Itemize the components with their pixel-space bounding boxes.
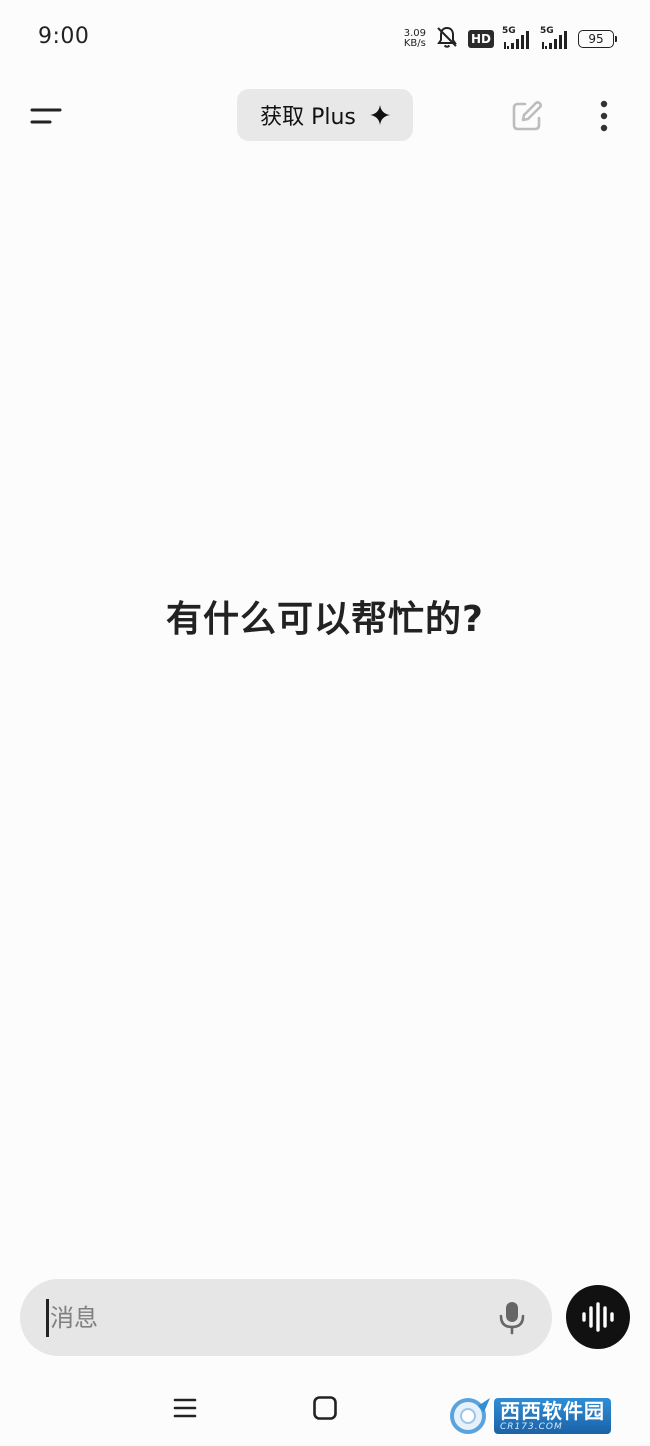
status-time: 9:00 <box>38 24 90 49</box>
recents-icon <box>173 1398 197 1418</box>
mute-bell-icon <box>434 25 460 53</box>
network-speed-unit: KB/s <box>403 38 426 49</box>
menu-icon <box>30 108 62 124</box>
more-options-button[interactable] <box>588 96 620 136</box>
status-icons: 3.09 KB/s HD 5G 5G 95 <box>404 25 617 53</box>
signal-2-icon: 5G <box>540 26 570 50</box>
hd-badge: HD <box>467 30 494 48</box>
microphone-icon <box>499 1302 525 1335</box>
status-bar: 9:00 3.09 KB/s HD 5G 5G 95 <box>0 0 650 76</box>
sparkle-icon <box>369 105 390 125</box>
nav-home-button[interactable] <box>308 1392 342 1424</box>
text-cursor <box>46 1299 49 1337</box>
more-vertical-icon <box>600 100 608 132</box>
watermark-text: 西西软件园 CR173.COM <box>494 1398 611 1434</box>
welcome-prompt: 有什么可以帮忙的? <box>166 599 484 640</box>
hd-voice-icon: HD <box>467 30 494 48</box>
watermark-subtitle: CR173.COM <box>500 1422 563 1432</box>
message-input[interactable] <box>50 1279 470 1356</box>
battery-level: 95 <box>588 32 604 46</box>
network-speed: 3.09 KB/s <box>404 29 426 49</box>
new-chat-button[interactable] <box>506 96 548 136</box>
watermark-logo-icon <box>448 1396 492 1436</box>
nav-recents-button[interactable] <box>168 1392 202 1424</box>
voice-mode-icon <box>582 1302 614 1332</box>
watermark: 西西软件园 CR173.COM <box>448 1394 632 1438</box>
get-plus-label: 获取 Plus <box>260 105 356 130</box>
battery-icon: 95 <box>578 30 617 48</box>
new-chat-icon <box>512 101 543 131</box>
signal-1-icon: 5G <box>502 26 532 50</box>
message-composer[interactable] <box>20 1279 552 1356</box>
dictate-button[interactable] <box>492 1297 532 1339</box>
home-icon <box>313 1396 337 1420</box>
menu-button[interactable] <box>24 96 68 136</box>
voice-mode-button[interactable] <box>566 1285 630 1349</box>
watermark-title: 西西软件园 <box>500 1399 605 1423</box>
get-plus-button[interactable]: 获取 Plus <box>237 89 413 141</box>
